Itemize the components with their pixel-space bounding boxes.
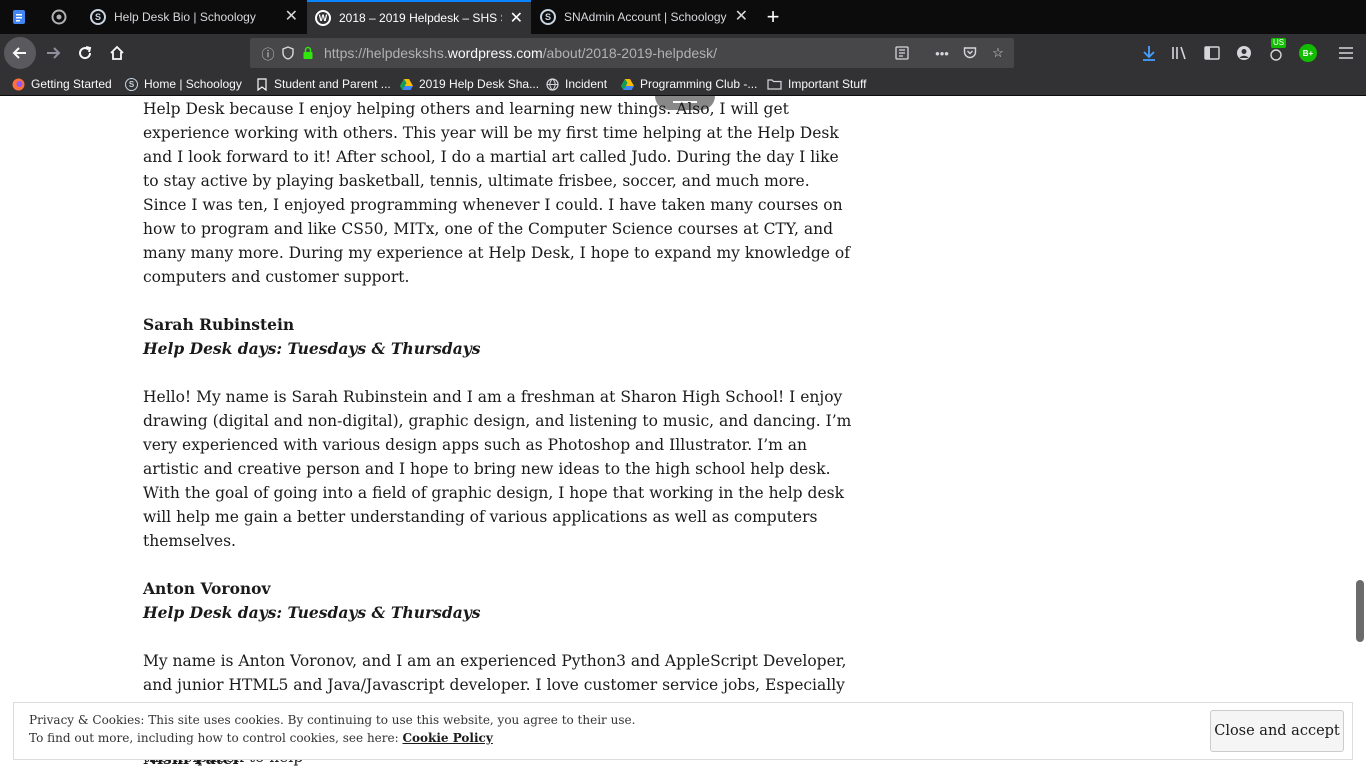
- reload-icon: [79, 46, 92, 60]
- sidebar-icon[interactable]: [1202, 43, 1222, 63]
- cookie-banner: Privacy & Cookies: This site uses cookie…: [13, 702, 1353, 760]
- pinned-tab-extension[interactable]: [40, 0, 78, 34]
- library-icon[interactable]: [1170, 43, 1190, 63]
- tracking-shield-icon[interactable]: [280, 45, 296, 61]
- schoology-icon: S: [125, 77, 138, 91]
- account-icon[interactable]: [1234, 43, 1254, 63]
- tab-strip: S Help Desk Bio | Schoology ✕ W 2018 – 2…: [0, 0, 1366, 34]
- secure-lock-icon[interactable]: [300, 45, 316, 61]
- downloads-icon[interactable]: [1139, 43, 1159, 63]
- schoology-icon: S: [90, 9, 106, 25]
- page-scrollbar[interactable]: [1356, 580, 1364, 642]
- forward-button[interactable]: [38, 38, 68, 68]
- profile-badge-icon[interactable]: B+: [1298, 43, 1318, 63]
- schoology-icon: S: [540, 9, 556, 25]
- navigation-toolbar: ⓘ https://helpdeskshs.wordpress.com/abou…: [0, 34, 1366, 72]
- docs-icon: [13, 10, 25, 24]
- bookmark-folder-important[interactable]: Important Stuff: [767, 75, 867, 93]
- member-name: Sarah Rubinstein: [143, 315, 295, 334]
- member-bio: Hello! My name is Sarah Rubinstein and I…: [143, 388, 852, 550]
- tab-helpdesk-active[interactable]: W 2018 – 2019 Helpdesk – SHS Student Hel…: [307, 0, 531, 34]
- article-content: Help Desk because I enjoy helping others…: [143, 96, 853, 768]
- drive-icon: [400, 78, 413, 91]
- info-icon[interactable]: ⓘ: [260, 45, 276, 62]
- close-tab-icon[interactable]: ✕: [285, 9, 298, 25]
- extension-badge: US: [1271, 38, 1287, 48]
- bookmark-home-schoology[interactable]: S Home | Schoology: [125, 75, 242, 93]
- pocket-icon[interactable]: [962, 45, 978, 61]
- pinned-tab-docs[interactable]: [0, 0, 38, 34]
- reader-view-icon[interactable]: [894, 45, 910, 61]
- bookmark-programming-club[interactable]: Programming Club -...: [621, 75, 757, 93]
- drive-icon: [621, 78, 634, 91]
- new-tab-button[interactable]: +: [758, 0, 788, 34]
- close-and-accept-button[interactable]: Close and accept: [1210, 710, 1344, 752]
- close-tab-icon[interactable]: ✕: [510, 11, 523, 27]
- bookmark-getting-started[interactable]: Getting Started: [12, 75, 112, 93]
- bookmark-star-icon[interactable]: ☆: [990, 45, 1006, 61]
- bookmark-help-desk-sheet[interactable]: 2019 Help Desk Sha...: [400, 75, 539, 93]
- bookmarks-toolbar: Getting Started S Home | Schoology Stude…: [0, 72, 1366, 96]
- firefox-icon: [12, 78, 25, 91]
- extension-us-icon[interactable]: US: [1266, 38, 1287, 63]
- member-name: Anton Voronov: [143, 579, 271, 598]
- home-icon: [110, 45, 124, 60]
- tab-help-desk-bio[interactable]: S Help Desk Bio | Schoology ✕: [82, 0, 306, 34]
- home-button[interactable]: [102, 38, 132, 68]
- member-days: Help Desk days: Tuesdays & Thursdays: [143, 339, 481, 358]
- tab-title: 2018 – 2019 Helpdesk – SHS Student Help …: [339, 11, 502, 25]
- intro-paragraph: Help Desk because I enjoy helping others…: [143, 100, 850, 286]
- tab-title: SNAdmin Account | Schoology: [564, 10, 727, 24]
- page-viewport[interactable]: Help Desk because I enjoy helping others…: [0, 96, 1366, 768]
- reload-button[interactable]: [70, 38, 100, 68]
- back-arrow-icon: [12, 47, 26, 59]
- page-actions-icon[interactable]: •••: [934, 45, 950, 61]
- bookmark-incident[interactable]: Incident: [546, 75, 607, 93]
- hamburger-menu-icon[interactable]: [1336, 43, 1356, 63]
- address-bar[interactable]: ⓘ https://helpdeskshs.wordpress.com/abou…: [250, 38, 1014, 68]
- cookie-text: Privacy & Cookies: This site uses cookie…: [29, 713, 636, 745]
- folder-icon: [767, 78, 782, 91]
- bookmark-student-parent[interactable]: Student and Parent ...: [255, 75, 391, 93]
- circle-logo-icon: [51, 9, 67, 25]
- wordpress-icon: W: [315, 10, 331, 26]
- globe-icon: [546, 77, 559, 91]
- member-days: Help Desk days: Tuesdays & Thursdays: [143, 603, 481, 622]
- tab-snadmin-account[interactable]: S SNAdmin Account | Schoology ✕: [532, 0, 756, 34]
- tab-title: Help Desk Bio | Schoology: [114, 10, 256, 24]
- cookie-policy-link[interactable]: Cookie Policy: [402, 731, 492, 745]
- bookmark-icon: [255, 77, 268, 91]
- back-button[interactable]: [4, 37, 36, 69]
- close-tab-icon[interactable]: ✕: [735, 9, 748, 25]
- forward-arrow-icon: [47, 47, 61, 59]
- url-text: https://helpdeskshs.wordpress.com/about/…: [324, 45, 718, 61]
